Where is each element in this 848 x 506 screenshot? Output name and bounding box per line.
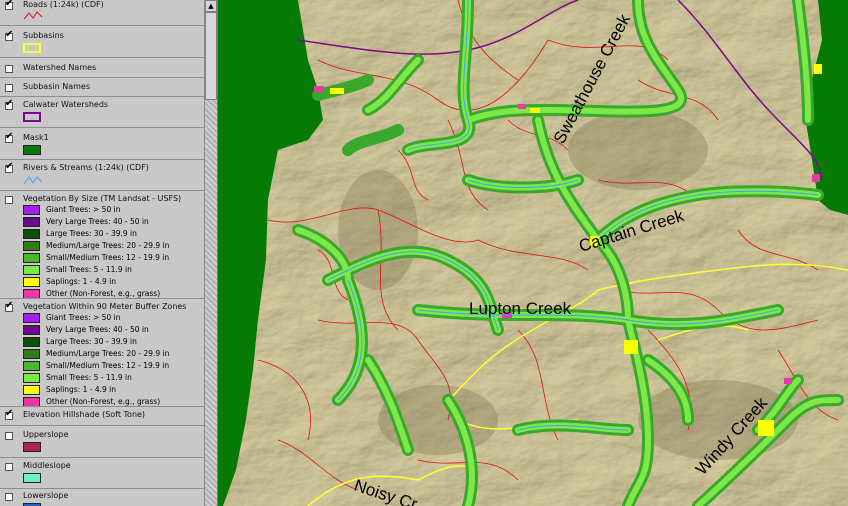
mask1-label: Mask1 <box>23 133 49 142</box>
lowerslope-label: Lowerslope <box>23 491 69 500</box>
legend-scrollbar[interactable]: ▲ <box>204 0 218 506</box>
roads-label: Roads (1:24k) (CDF) <box>23 0 104 9</box>
subbasins-checkbox[interactable] <box>5 29 13 41</box>
veg-buffer-swatch-3 <box>23 349 40 359</box>
subbasins-label: Subbasins <box>23 31 64 40</box>
veg-size-class-label-1: Very Large Trees: 40 - 50 in <box>46 217 149 226</box>
map-view[interactable]: Sweathouse Creek Captain Creek Lupton Cr… <box>218 0 848 506</box>
veg-size-class-7: Other (Non-Forest, e.g., grass) <box>23 289 160 301</box>
veg-size-class-label-6: Saplings: 1 - 4.9 in <box>46 277 117 286</box>
veg-size-swatch-4 <box>23 253 40 263</box>
hillshade-checkbox[interactable] <box>5 408 13 420</box>
calwater-label: Calwater Watersheds <box>23 100 109 109</box>
veg-size-swatch-5 <box>23 265 40 275</box>
veg-buffer-checkbox[interactable] <box>5 300 13 312</box>
veg-buffer-class-label-0: Giant Trees: > 50 in <box>46 313 121 322</box>
subbasins-symbol <box>23 43 41 53</box>
veg-size-class-label-5: Small Trees: 5 - 11.9 in <box>46 265 132 274</box>
veg-size-class-3: Medium/Large Trees: 20 - 29.9 in <box>23 241 169 253</box>
veg-size-swatch-1 <box>23 217 40 227</box>
veg-buffer-class-label-3: Medium/Large Trees: 20 - 29.9 in <box>46 349 170 358</box>
veg-size-class-label-4: Small/Medium Trees: 12 - 19.9 in <box>46 253 170 262</box>
veg-size-class-6: Saplings: 1 - 4.9 in <box>23 277 116 289</box>
veg-size-class-label-0: Giant Trees: > 50 in <box>46 205 121 214</box>
map-canvas[interactable]: Sweathouse Creek Captain Creek Lupton Cr… <box>218 0 848 506</box>
veg-buffer-class-3: Medium/Large Trees: 20 - 29.9 in <box>23 349 169 361</box>
veg-buffer-class-4: Small/Medium Trees: 12 - 19.9 in <box>23 361 169 373</box>
veg-buffer-class-label-2: Large Trees: 30 - 39.9 in <box>46 337 137 346</box>
scroll-up-arrow-icon[interactable]: ▲ <box>205 0 217 12</box>
middleslope-checkbox[interactable] <box>5 463 13 471</box>
scrollbar-thumb[interactable] <box>205 12 217 100</box>
veg-size-class-2: Large Trees: 30 - 39.9 in <box>23 229 137 241</box>
veg-buffer-class-2: Large Trees: 30 - 39.9 in <box>23 337 137 349</box>
veg-buffer-swatch-1 <box>23 325 40 335</box>
lowerslope-checkbox[interactable] <box>5 493 13 501</box>
middleslope-symbol <box>23 473 41 483</box>
veg-buffer-class-label-6: Saplings: 1 - 4.9 in <box>46 385 117 394</box>
calwater-symbol <box>23 112 41 122</box>
upperslope-symbol <box>23 442 41 452</box>
veg-size-class-0: Giant Trees: > 50 in <box>23 205 120 217</box>
veg-buffer-class-5: Small Trees: 5 - 11.9 in <box>23 373 132 385</box>
rivers-checkbox[interactable] <box>5 161 13 173</box>
veg-size-swatch-2 <box>23 229 40 239</box>
veg-size-checkbox[interactable] <box>5 196 13 204</box>
veg-size-class-5: Small Trees: 5 - 11.9 in <box>23 265 132 277</box>
label-lupton-creek: Lupton Creek <box>469 299 572 318</box>
veg-size-class-4: Small/Medium Trees: 12 - 19.9 in <box>23 253 169 265</box>
rivers-line-symbol <box>23 176 43 185</box>
veg-buffer-label: Vegetation Within 90 Meter Buffer Zones <box>23 302 187 311</box>
veg-size-swatch-0 <box>23 205 40 215</box>
veg-buffer-swatch-4 <box>23 361 40 371</box>
calwater-checkbox[interactable] <box>5 98 13 110</box>
veg-size-swatch-3 <box>23 241 40 251</box>
rivers-label: Rivers & Streams (1:24k) (CDF) <box>23 163 149 172</box>
mask1-checkbox[interactable] <box>5 131 13 143</box>
roads-line-symbol <box>23 11 43 20</box>
veg-buffer-class-label-5: Small Trees: 5 - 11.9 in <box>46 373 132 382</box>
veg-buffer-class-6: Saplings: 1 - 4.9 in <box>23 385 116 397</box>
scrollbar-track[interactable] <box>205 100 217 506</box>
veg-buffer-swatch-2 <box>23 337 40 347</box>
veg-size-class-label-2: Large Trees: 30 - 39.9 in <box>46 229 137 238</box>
veg-size-class-1: Very Large Trees: 40 - 50 in <box>23 217 149 229</box>
subbasin-names-label: Subbasin Names <box>23 82 90 91</box>
veg-buffer-swatch-0 <box>23 313 40 323</box>
veg-buffer-class-label-4: Small/Medium Trees: 12 - 19.9 in <box>46 361 170 370</box>
middleslope-label: Middleslope <box>23 461 71 470</box>
veg-buffer-class-7: Other (Non-Forest, e.g., grass) <box>23 397 160 409</box>
veg-buffer-class-label-7: Other (Non-Forest, e.g., grass) <box>46 397 161 406</box>
veg-size-class-label-3: Medium/Large Trees: 20 - 29.9 in <box>46 241 170 250</box>
veg-size-swatch-6 <box>23 277 40 287</box>
veg-size-label: Vegetation By Size (TM Landsat - USFS) <box>23 194 182 203</box>
upperslope-checkbox[interactable] <box>5 432 13 440</box>
mask1-symbol <box>23 145 41 155</box>
subbasin-names-checkbox[interactable] <box>5 84 13 92</box>
veg-size-class-label-7: Other (Non-Forest, e.g., grass) <box>46 289 161 298</box>
veg-buffer-class-1: Very Large Trees: 40 - 50 in <box>23 325 149 337</box>
hillshade-label: Elevation Hillshade (Soft Tone) <box>23 410 146 419</box>
watershed-names-label: Watershed Names <box>23 63 97 72</box>
veg-buffer-class-label-1: Very Large Trees: 40 - 50 in <box>46 325 149 334</box>
veg-buffer-swatch-5 <box>23 373 40 383</box>
veg-buffer-class-0: Giant Trees: > 50 in <box>23 313 120 325</box>
watershed-names-checkbox[interactable] <box>5 65 13 73</box>
veg-buffer-swatch-6 <box>23 385 40 395</box>
table-of-contents-legend: Roads (1:24k) (CDF) Subbasins Watershed … <box>0 0 204 506</box>
roads-checkbox[interactable] <box>5 0 13 10</box>
upperslope-label: Upperslope <box>23 430 69 439</box>
